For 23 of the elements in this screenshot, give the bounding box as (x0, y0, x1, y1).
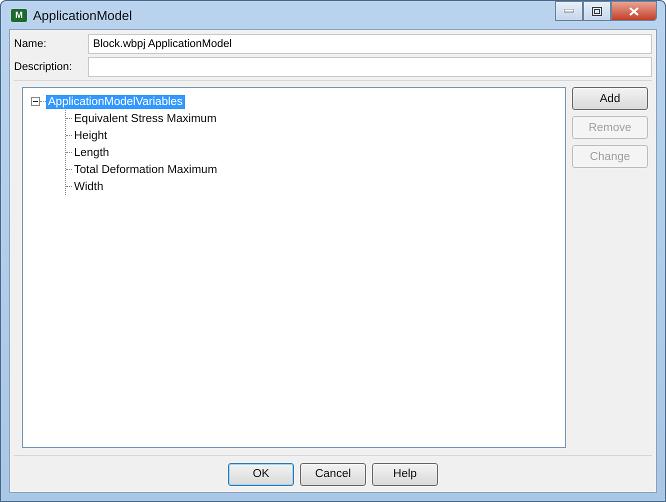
tree-item[interactable]: Equivalent Stress Maximum (72, 112, 219, 126)
tree-item[interactable]: Height (72, 128, 110, 142)
minimize-button[interactable] (555, 1, 583, 21)
name-label: Name: (14, 38, 48, 50)
tree-item[interactable]: Length (72, 146, 112, 160)
minimize-icon (564, 9, 574, 13)
tree-item[interactable]: Width (72, 180, 106, 194)
name-field[interactable]: Block.wbpj ApplicationModel (88, 34, 652, 54)
close-button[interactable] (611, 1, 657, 21)
dialog-button[interactable]: OK (228, 462, 294, 486)
minus-icon (32, 98, 39, 105)
maximize-icon (592, 6, 602, 16)
tree-item[interactable]: Total Deformation Maximum (72, 162, 220, 176)
window-title: ApplicationModel (33, 8, 134, 22)
maximize-button[interactable] (583, 1, 611, 21)
description-label: Description: (14, 61, 74, 73)
close-icon (629, 6, 639, 16)
description-field[interactable] (88, 57, 652, 77)
collapse-toggle[interactable] (31, 97, 40, 106)
app-icon: M (11, 8, 27, 22)
side-button[interactable]: Add (572, 87, 648, 110)
dialog-button[interactable]: Cancel (300, 462, 366, 486)
dialog-button[interactable]: Help (372, 462, 438, 486)
